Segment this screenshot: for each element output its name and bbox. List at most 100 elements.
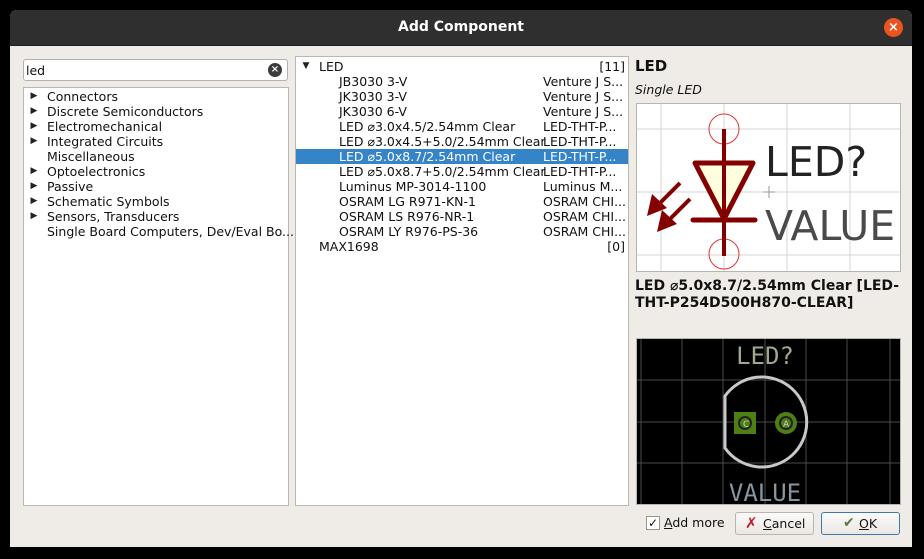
ok-label: OK <box>859 516 878 531</box>
component-item[interactable]: OSRAM LY R976-PS-36 OSRAM CHI... <box>296 224 628 239</box>
footprint-value: VALUE <box>729 479 801 505</box>
footprint-name: LED ⌀5.0x8.7/2.54mm Clear [LED-THT-P254D… <box>635 278 900 311</box>
check-icon: ✓ <box>647 516 659 530</box>
component-package: LED-THT-P... <box>543 134 617 149</box>
cancel-icon: ✗ <box>745 514 758 532</box>
component-item[interactable]: JK3030 6-V Venture J S... <box>296 104 628 119</box>
category-item[interactable]: Single Board Computers, Dev/Eval Bo... <box>24 224 294 239</box>
category-item[interactable]: ▶ Electromechanical <box>24 119 288 134</box>
footprint-reference: LED? <box>736 342 794 370</box>
component-name: LED ⌀3.0x4.5/2.54mm Clear <box>339 119 516 134</box>
component-item[interactable]: OSRAM LS R976-NR-1 OSRAM CHI... <box>296 209 628 224</box>
component-item[interactable]: Luminus MP-3014-1100 Luminus M... <box>296 179 628 194</box>
component-package: LED-THT-P... <box>543 119 617 134</box>
search-field[interactable]: × <box>23 59 288 81</box>
component-item[interactable]: LED ⌀3.0x4.5+5.0/2.54mm Clear LED-THT-P..… <box>296 134 628 149</box>
component-name: LED ⌀5.0x8.7+5.0/2.54mm Clear <box>339 164 546 179</box>
component-item[interactable]: OSRAM LG R971-KN-1 OSRAM CHI... <box>296 194 628 209</box>
component-package: LED-THT-P... <box>543 164 617 179</box>
symbol-description: Single LED <box>635 82 702 97</box>
category-label: Electromechanical <box>47 119 163 134</box>
category-label: Miscellaneous <box>47 149 135 164</box>
expand-arrow-icon[interactable]: ▶ <box>29 194 39 209</box>
category-tree[interactable]: ▶ Connectors ▶ Discrete Semiconductors ▶ Elec… <box>23 87 294 506</box>
close-icon: × <box>888 20 899 35</box>
expand-arrow-icon[interactable]: ▶ <box>29 209 39 224</box>
expand-arrow-icon[interactable]: ▶ <box>29 164 39 179</box>
component-name: OSRAM LS R976-NR-1 <box>339 209 475 224</box>
ok-button[interactable]: ✔ OK <box>821 512 900 535</box>
add-more-label-rest: dd more <box>672 515 725 530</box>
footprint-graphic: C A LED? VALUE <box>637 339 900 505</box>
pad-cathode-label: C <box>743 420 749 430</box>
component-group[interactable]: MAX1698 [0] <box>296 239 628 254</box>
footprint-preview: C A LED? VALUE <box>636 338 901 505</box>
expand-arrow-icon[interactable]: ▶ <box>29 119 39 134</box>
category-label: Passive <box>47 179 94 194</box>
category-label: Sensors, Transducers <box>47 209 180 224</box>
dialog-title: Add Component <box>398 19 524 35</box>
category-item[interactable]: Miscellaneous <box>24 149 288 164</box>
collapse-arrow-icon[interactable]: ▼ <box>301 59 311 74</box>
category-item[interactable]: ▶ Sensors, Transducers <box>24 209 288 224</box>
group-label: MAX1698 <box>319 239 379 254</box>
pad-anode-label: A <box>783 420 790 430</box>
component-item[interactable]: JK3030 3-V Venture J S... <box>296 89 628 104</box>
led-symbol-graphic: LED? VALUE <box>637 104 900 271</box>
group-count: [11] <box>599 59 625 74</box>
component-name: JB3030 3-V <box>339 74 408 89</box>
component-package: Luminus M... <box>543 179 623 194</box>
group-label: LED <box>319 59 344 74</box>
expand-arrow-icon[interactable]: ▶ <box>29 104 39 119</box>
symbol-preview: LED? VALUE <box>636 103 901 272</box>
component-package: OSRAM CHI... <box>543 224 626 239</box>
expand-arrow-icon[interactable]: ▶ <box>29 89 39 104</box>
component-package: OSRAM CHI... <box>543 209 626 224</box>
component-item[interactable]: LED ⌀3.0x4.5/2.54mm Clear LED-THT-P... <box>296 119 628 134</box>
ok-icon: ✔ <box>843 515 855 531</box>
symbol-value: VALUE <box>765 202 895 250</box>
component-name: OSRAM LG R971-KN-1 <box>339 194 476 209</box>
component-package: Venture J S... <box>543 89 624 104</box>
component-item-selected[interactable]: LED ⌀5.0x8.7/2.54mm Clear LED-THT-P... <box>296 149 628 164</box>
expand-arrow-icon[interactable]: ▶ <box>29 179 39 194</box>
close-button[interactable]: × <box>884 18 903 37</box>
search-input[interactable] <box>26 62 261 78</box>
symbol-name: LED <box>635 57 668 75</box>
add-component-dialog: Add Component × × ▶ Connectors ▶ Discrete S… <box>10 10 912 547</box>
component-package: OSRAM CHI... <box>543 194 626 209</box>
category-label: Single Board Computers, Dev/Eval Bo... <box>47 224 294 239</box>
category-item[interactable]: ▶ Schematic Symbols <box>24 194 288 209</box>
component-name: LED ⌀5.0x8.7/2.54mm Clear <box>339 149 516 164</box>
component-name: Luminus MP-3014-1100 <box>339 179 487 194</box>
cancel-label: Cancel <box>763 516 806 531</box>
title-bar: Add Component × <box>10 10 912 46</box>
component-item[interactable]: LED ⌀5.0x8.7+5.0/2.54mm Clear LED-THT-P..… <box>296 164 628 179</box>
component-package: Venture J S... <box>543 104 624 119</box>
component-name: LED ⌀3.0x4.5+5.0/2.54mm Clear <box>339 134 546 149</box>
category-item[interactable]: ▶ Discrete Semiconductors <box>24 104 288 119</box>
category-item[interactable]: ▶ Integrated Circuits <box>24 134 288 149</box>
category-label: Integrated Circuits <box>47 134 164 149</box>
category-item[interactable]: ▶ Connectors <box>24 89 288 104</box>
clear-search-button[interactable]: × <box>268 63 282 77</box>
category-label: Connectors <box>47 89 118 104</box>
component-tree[interactable]: ▼ LED [11] JB3030 3-V Venture J S... JK3030 3… <box>295 56 629 506</box>
expand-arrow-icon[interactable]: ▶ <box>29 134 39 149</box>
category-item[interactable]: ▶ Optoelectronics <box>24 164 288 179</box>
symbol-reference: LED? <box>765 138 867 186</box>
category-label: Schematic Symbols <box>47 194 170 209</box>
group-count: [0] <box>607 239 625 254</box>
category-label: Discrete Semiconductors <box>47 104 204 119</box>
add-more-label: Add more <box>664 515 725 530</box>
checkbox-box[interactable]: ✓ <box>646 516 660 530</box>
component-item[interactable]: JB3030 3-V Venture J S... <box>296 74 628 89</box>
component-package: Venture J S... <box>543 74 624 89</box>
clear-icon: × <box>270 64 280 75</box>
category-item[interactable]: ▶ Passive <box>24 179 288 194</box>
category-label: Optoelectronics <box>47 164 146 179</box>
cancel-button[interactable]: ✗ Cancel <box>735 512 814 535</box>
component-name: JK3030 6-V <box>339 104 407 119</box>
component-group[interactable]: ▼ LED [11] <box>296 59 628 74</box>
light-arrows <box>647 181 692 232</box>
